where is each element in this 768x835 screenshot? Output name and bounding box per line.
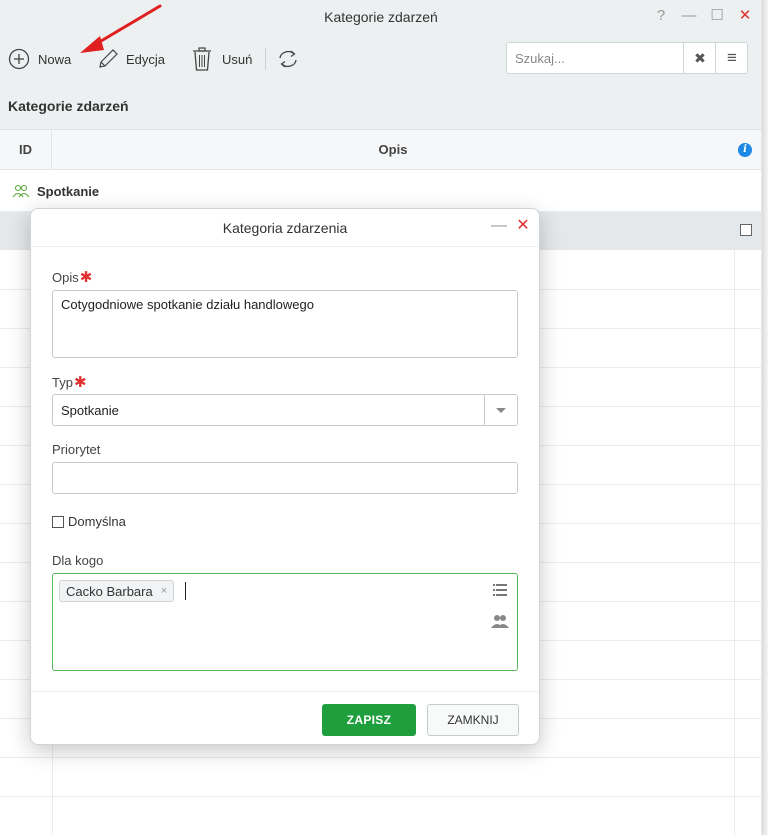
- grid-divider: [0, 796, 761, 797]
- list-icon[interactable]: [493, 584, 507, 596]
- toolbar: Nowa Edycja Usuń Szukaj... ✖ ≡: [0, 34, 761, 86]
- pencil-icon: [99, 49, 118, 68]
- trash-icon: [193, 47, 211, 71]
- dialog-close-icon[interactable]: ✕: [515, 209, 531, 247]
- dialog-title: Kategoria zdarzenia: [31, 209, 539, 247]
- typ-select[interactable]: Spotkanie: [52, 394, 518, 426]
- chevron-down-icon: [496, 408, 506, 413]
- typ-dropdown-toggle[interactable]: [484, 395, 517, 425]
- opis-label-text: Opis: [52, 270, 79, 285]
- plus-circle-icon: [8, 48, 30, 70]
- maximize-icon[interactable]: ☐: [706, 0, 728, 34]
- window-title: Kategorie zdarzeń: [324, 9, 438, 25]
- edit-button-label: Edycja: [126, 51, 166, 67]
- dla-kogo-label: Dla kogo: [52, 553, 104, 568]
- dla-kogo-field[interactable]: Cacko Barbara ×: [52, 573, 518, 671]
- breadcrumb-label: Kategorie zdarzeń: [8, 98, 129, 114]
- users-icon[interactable]: [491, 614, 509, 628]
- dialog-title-text: Kategoria zdarzenia: [222, 220, 348, 236]
- grid-divider: [734, 250, 735, 835]
- close-button[interactable]: ZAMKNIJ: [427, 704, 519, 736]
- opis-field[interactable]: Cotygodniowe spotkanie działu handlowego: [52, 290, 518, 358]
- priorytet-field[interactable]: [52, 462, 518, 494]
- group-row[interactable]: Spotkanie: [0, 170, 761, 212]
- help-icon[interactable]: ?: [650, 0, 672, 34]
- save-button[interactable]: ZAPISZ: [322, 704, 416, 736]
- grid-header: ID Opis i: [0, 130, 761, 170]
- tag-remove-icon[interactable]: ×: [161, 585, 167, 597]
- checkbox-box[interactable]: [52, 515, 64, 528]
- priorytet-label: Priorytet: [52, 442, 101, 457]
- dialog-minimize-icon[interactable]: —: [491, 209, 507, 247]
- category-dialog: Kategoria zdarzenia — ✕ Opis✱ Cotygodnio…: [30, 208, 540, 745]
- typ-label: Typ✱: [52, 373, 87, 391]
- new-button-label: Nowa: [38, 51, 72, 67]
- search-box: ✖ ≡: [506, 42, 748, 74]
- tag-label: Cacko Barbara: [66, 583, 153, 599]
- refresh-icon: [279, 50, 297, 68]
- typ-label-text: Typ: [52, 375, 73, 390]
- title-bar: Kategorie zdarzeń ? — ☐ ✕: [0, 0, 761, 34]
- column-header-opis[interactable]: Opis: [52, 130, 734, 170]
- delete-button[interactable]: Usuń: [190, 44, 252, 74]
- dialog-footer-divider: [31, 691, 539, 692]
- close-icon[interactable]: ✕: [734, 0, 756, 34]
- new-button[interactable]: Nowa: [8, 44, 71, 74]
- required-icon: ✱: [79, 269, 93, 286]
- group-label: Spotkanie: [37, 184, 100, 199]
- refresh-button[interactable]: [276, 44, 300, 74]
- minimize-icon[interactable]: —: [678, 0, 700, 34]
- domyslna-label: Domyślna: [68, 514, 126, 529]
- grid-divider: [0, 757, 761, 758]
- main-window: Kategorie zdarzeń ? — ☐ ✕ Nowa Edycja Us…: [0, 0, 762, 835]
- domyslna-checkbox[interactable]: Domyślna: [52, 514, 126, 529]
- row-checkbox[interactable]: [740, 224, 752, 236]
- opis-label: Opis✱: [52, 268, 92, 286]
- clear-search-icon[interactable]: ✖: [683, 43, 716, 73]
- breadcrumb: Kategorie zdarzeń: [0, 86, 761, 130]
- group-users-icon: [12, 184, 30, 198]
- tag-chip: Cacko Barbara ×: [59, 580, 175, 602]
- window-controls: ? — ☐ ✕: [650, 0, 756, 34]
- toolbar-divider: [265, 48, 266, 70]
- text-caret: [185, 582, 186, 600]
- dialog-controls: — ✕: [491, 209, 531, 247]
- window-shadow: [762, 0, 768, 835]
- search-input[interactable]: [507, 43, 697, 73]
- column-header-id[interactable]: ID: [0, 130, 52, 170]
- typ-select-value: Spotkanie: [61, 403, 119, 418]
- edit-button[interactable]: Edycja: [96, 44, 165, 74]
- info-icon[interactable]: i: [738, 143, 752, 157]
- menu-icon[interactable]: ≡: [715, 43, 748, 73]
- required-icon: ✱: [73, 374, 87, 391]
- delete-button-label: Usuń: [222, 51, 253, 67]
